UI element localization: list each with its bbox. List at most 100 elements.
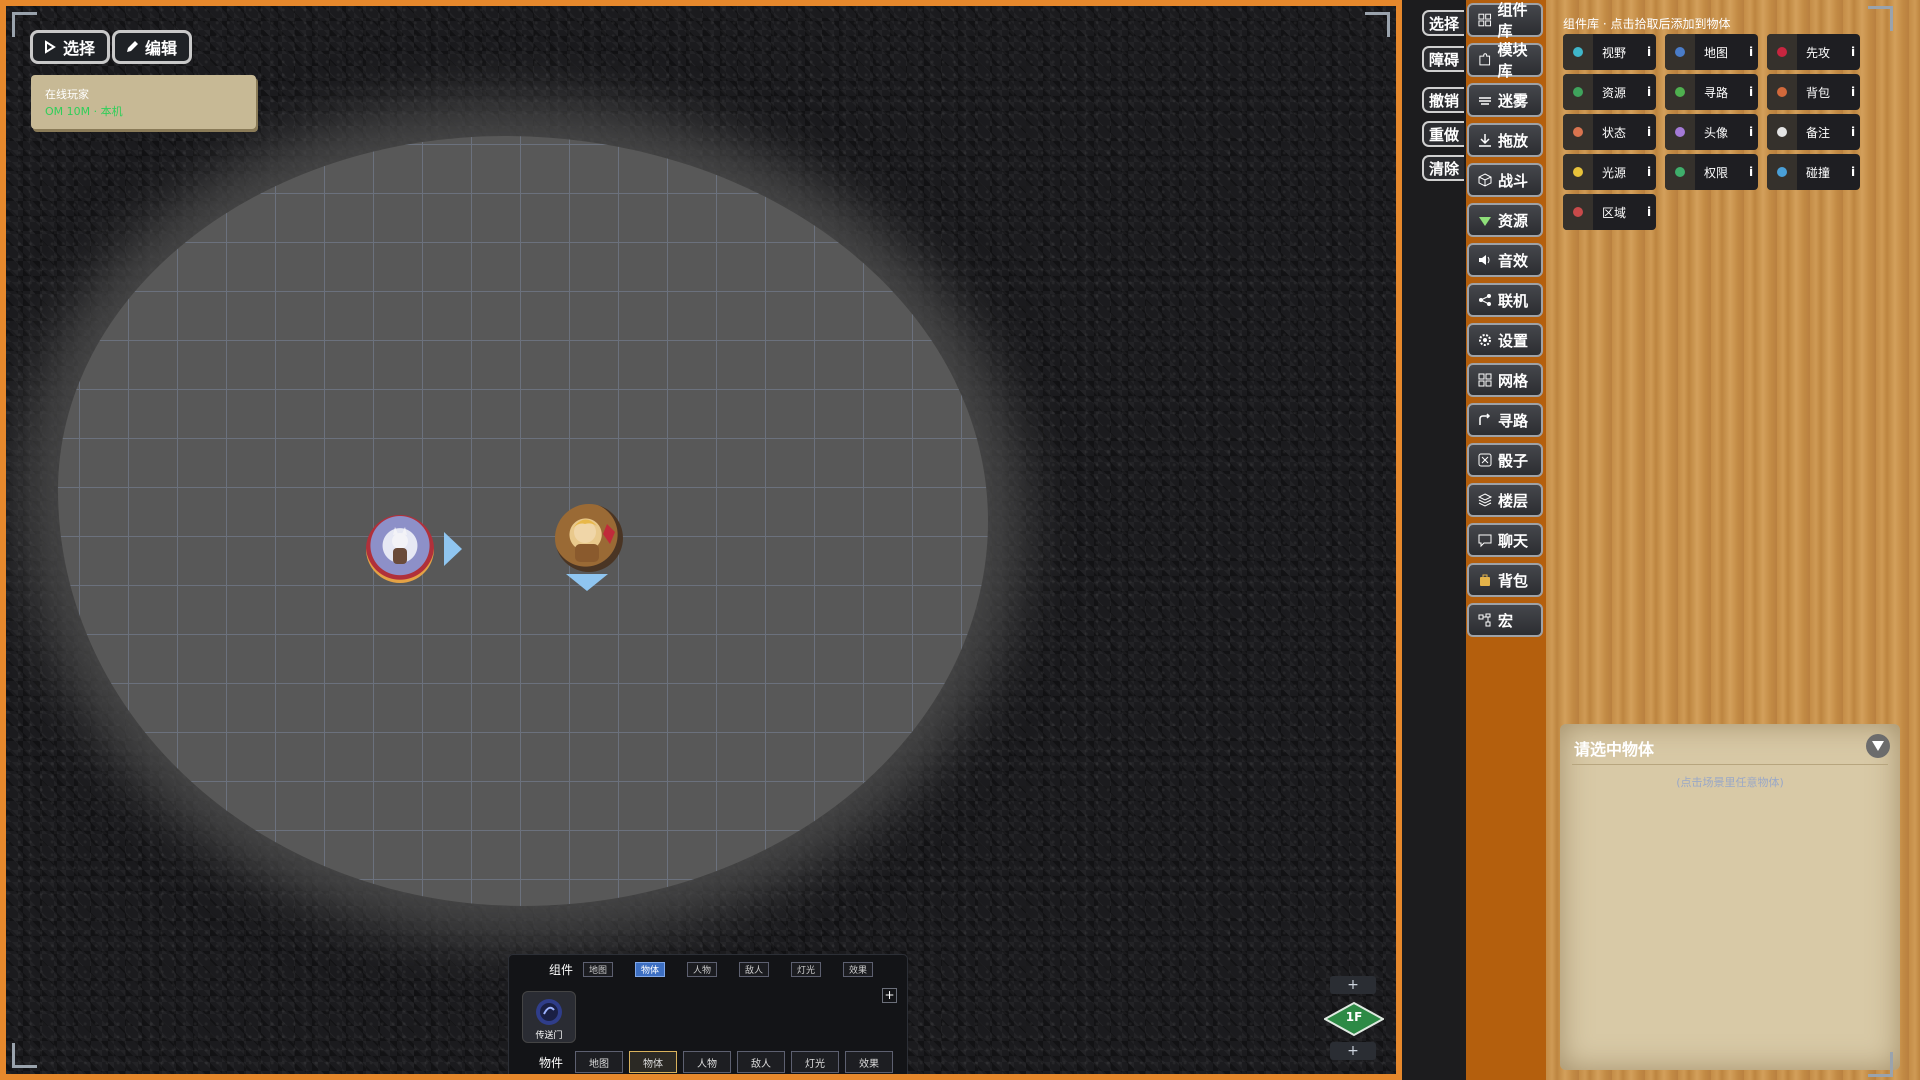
component-item[interactable]: 背包 i bbox=[1767, 74, 1860, 110]
tool-button-10[interactable]: 寻路 bbox=[1467, 403, 1543, 437]
grid-icon bbox=[1478, 373, 1492, 387]
component-label: 碰撞 bbox=[1806, 165, 1831, 180]
portal-item[interactable]: 传送门 bbox=[522, 991, 576, 1043]
select-mode-button[interactable]: 选择 bbox=[30, 30, 111, 64]
tool-button-14[interactable]: 背包 bbox=[1467, 563, 1543, 597]
object-tab-enemy[interactable]: 敌人 bbox=[737, 1051, 786, 1073]
player-token-blond-adventurer[interactable] bbox=[555, 504, 623, 572]
component-item[interactable]: 视野 i bbox=[1563, 34, 1656, 70]
box-icon bbox=[1563, 74, 1593, 110]
component-tab-light[interactable]: 灯光 bbox=[791, 962, 822, 977]
component-item[interactable]: 资源 i bbox=[1563, 74, 1656, 110]
edit-mode-button[interactable]: 编辑 bbox=[112, 30, 193, 64]
sun-icon bbox=[1563, 154, 1593, 190]
portal-label: 传送门 bbox=[535, 1031, 563, 1041]
grid-icon bbox=[1478, 13, 1492, 27]
component-item[interactable]: 区域 i bbox=[1563, 194, 1656, 230]
components-label: 组件 bbox=[549, 963, 574, 977]
share-icon bbox=[1479, 294, 1491, 306]
component-item[interactable]: 寻路 i bbox=[1665, 74, 1758, 110]
info-icon[interactable]: i bbox=[1744, 45, 1758, 59]
component-item[interactable]: 备注 i bbox=[1767, 114, 1860, 150]
online-players-panel: 在线玩家 OM 10M · 本机 bbox=[31, 75, 256, 129]
floor-up-button[interactable]: + bbox=[1330, 976, 1376, 994]
tool-button-5[interactable]: 资源 bbox=[1467, 203, 1543, 237]
floor-down-button[interactable]: + bbox=[1330, 1042, 1376, 1060]
tool-button-8[interactable]: 设置 bbox=[1467, 323, 1543, 357]
component-label: 地图 bbox=[1704, 45, 1729, 60]
tool-button-12[interactable]: 楼层 bbox=[1467, 483, 1543, 517]
tool-button-1[interactable]: 模块库 bbox=[1467, 41, 1543, 80]
component-item[interactable]: 权限 i bbox=[1665, 154, 1758, 190]
corner-bracket-top-left bbox=[12, 12, 37, 37]
macro-icon bbox=[1478, 613, 1491, 627]
info-icon[interactable]: i bbox=[1642, 165, 1656, 179]
target-icon bbox=[1665, 74, 1695, 110]
info-icon[interactable]: i bbox=[1846, 85, 1860, 99]
info-icon[interactable]: i bbox=[1744, 85, 1758, 99]
objects-label: 物件 bbox=[539, 1055, 564, 1070]
edit-mode-label: 编辑 bbox=[145, 39, 178, 58]
tool-button-6[interactable]: 音效 bbox=[1467, 243, 1543, 277]
fog-icon bbox=[1479, 97, 1491, 105]
component-tab-effect[interactable]: 效果 bbox=[843, 962, 874, 977]
collapse-icon[interactable] bbox=[1866, 734, 1890, 758]
object-tab-light[interactable]: 灯光 bbox=[791, 1051, 840, 1073]
info-icon[interactable]: i bbox=[1642, 85, 1656, 99]
tool-button-7[interactable]: 联机 bbox=[1467, 283, 1543, 317]
clear-button[interactable]: 清除 bbox=[1422, 155, 1464, 181]
info-icon[interactable]: i bbox=[1846, 45, 1860, 59]
component-label: 背包 bbox=[1806, 85, 1831, 100]
tool-label: 骰子 bbox=[1498, 451, 1529, 470]
undo-button[interactable]: 撤销 bbox=[1422, 87, 1464, 113]
bottom-component-panel: 组件 地图 物体 人物 敌人 灯光 效果 + 传送门 物件 地图 物体 人物 敌… bbox=[508, 954, 908, 1074]
tool-button-4[interactable]: 战斗 bbox=[1467, 163, 1543, 197]
component-item[interactable]: 头像 i bbox=[1665, 114, 1758, 150]
component-label: 视野 bbox=[1602, 45, 1627, 60]
info-icon[interactable]: i bbox=[1744, 125, 1758, 139]
object-tab-character[interactable]: 人物 bbox=[683, 1051, 732, 1073]
component-item[interactable]: 光源 i bbox=[1563, 154, 1656, 190]
tool-label: 迷雾 bbox=[1498, 91, 1529, 110]
redo-button[interactable]: 重做 bbox=[1422, 121, 1464, 147]
map-canvas[interactable]: 选择 编辑 在线玩家 OM 10M · 本机 组件 地图 物体 人物 敌人 灯光… bbox=[0, 0, 1402, 1080]
person-icon bbox=[1665, 114, 1695, 150]
tool-button-0[interactable]: 组件库 bbox=[1467, 1, 1543, 40]
component-item[interactable]: 状态 i bbox=[1563, 114, 1656, 150]
inspector-divider bbox=[1572, 764, 1888, 765]
info-icon[interactable]: i bbox=[1642, 45, 1656, 59]
tool-button-11[interactable]: 骰子 bbox=[1467, 443, 1543, 477]
object-tab-object[interactable]: 物体 bbox=[629, 1051, 678, 1073]
tool-label: 联机 bbox=[1498, 291, 1529, 310]
info-icon[interactable]: i bbox=[1846, 165, 1860, 179]
tool-button-13[interactable]: 聊天 bbox=[1467, 523, 1543, 557]
tool-button-15[interactable]: 宏 bbox=[1467, 603, 1543, 637]
component-item[interactable]: 地图 i bbox=[1665, 34, 1758, 70]
route-icon bbox=[1479, 413, 1491, 425]
tool-button-9[interactable]: 网格 bbox=[1467, 363, 1543, 397]
add-component-button[interactable]: + bbox=[882, 988, 897, 1003]
inspector-panel: 请选中物体 (点击场景里任意物体) bbox=[1560, 724, 1900, 1070]
component-tab-map[interactable]: 地图 bbox=[583, 962, 614, 977]
facing-arrow-down bbox=[566, 574, 608, 591]
info-icon[interactable]: i bbox=[1642, 205, 1656, 219]
info-icon[interactable]: i bbox=[1642, 125, 1656, 139]
tool-button-2[interactable]: 迷雾 bbox=[1467, 83, 1543, 117]
component-tab-object[interactable]: 物体 bbox=[635, 962, 666, 977]
object-tab-effect[interactable]: 效果 bbox=[845, 1051, 894, 1073]
component-tab-character[interactable]: 人物 bbox=[687, 962, 718, 977]
component-label: 状态 bbox=[1602, 125, 1627, 140]
info-icon[interactable]: i bbox=[1846, 125, 1860, 139]
player-token-white-cat[interactable] bbox=[366, 515, 434, 583]
select-action-button[interactable]: 选择 bbox=[1422, 10, 1464, 36]
play-icon bbox=[45, 40, 56, 54]
object-tab-map[interactable]: 地图 bbox=[575, 1051, 624, 1073]
component-label: 光源 bbox=[1602, 165, 1627, 180]
tool-button-3[interactable]: 拖放 bbox=[1467, 123, 1543, 157]
component-item[interactable]: 先攻 i bbox=[1767, 34, 1860, 70]
inspector-title: 请选中物体 bbox=[1574, 740, 1655, 759]
component-tab-enemy[interactable]: 敌人 bbox=[739, 962, 770, 977]
component-item[interactable]: 碰撞 i bbox=[1767, 154, 1860, 190]
info-icon[interactable]: i bbox=[1744, 165, 1758, 179]
obstacle-action-button[interactable]: 障碍 bbox=[1422, 46, 1464, 72]
